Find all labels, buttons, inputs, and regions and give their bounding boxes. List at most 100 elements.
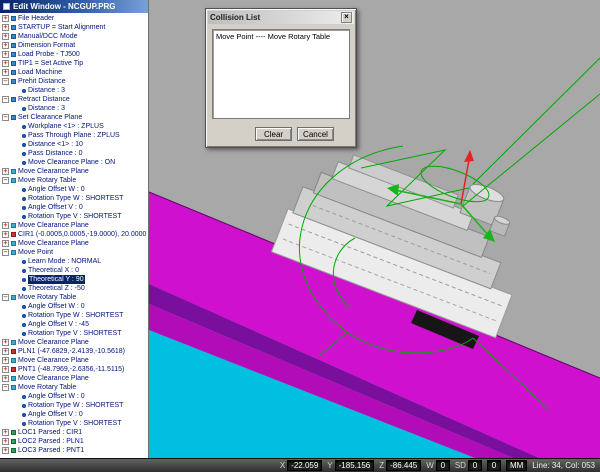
tree-item[interactable]: +Load Probe - TJ500 xyxy=(0,50,148,59)
tree-item[interactable]: Rotation Type W : SHORTEST xyxy=(0,311,148,320)
collision-list-item[interactable]: Move Point ---- Move Rotary Table xyxy=(216,32,346,41)
collision-list[interactable]: Move Point ---- Move Rotary Table xyxy=(212,29,350,119)
dialog-titlebar[interactable]: Collision List × xyxy=(208,11,354,24)
tree-item[interactable]: Workplane <1> : ZPLUS xyxy=(0,122,148,131)
tree-item[interactable]: Distance <1> : 10 xyxy=(0,140,148,149)
coord-z-label: Z xyxy=(379,461,384,470)
expand-icon[interactable]: + xyxy=(2,60,9,67)
dialog-close-button[interactable]: × xyxy=(341,12,352,23)
coord-y-label: Y xyxy=(327,461,332,470)
tree-item[interactable]: +TIP1 = Set Active Tip xyxy=(0,59,148,68)
tree-item[interactable]: +Load Machine xyxy=(0,68,148,77)
tree-item[interactable]: Rotation Type V : SHORTEST xyxy=(0,212,148,221)
tree-item[interactable]: Angle Offset W : 0 xyxy=(0,302,148,311)
tree-item[interactable]: Angle Offset W : 0 xyxy=(0,392,148,401)
collapse-icon[interactable]: − xyxy=(2,114,9,121)
expand-icon[interactable]: + xyxy=(2,348,9,355)
tree-item[interactable]: Distance : 3 xyxy=(0,86,148,95)
edit-window-icon xyxy=(3,3,10,10)
tree-item[interactable]: Learn Mode : NORMAL xyxy=(0,257,148,266)
tree-item[interactable]: +CIR1 (-0.0005,0.0005,-19.0000), 20.0000 xyxy=(0,230,148,239)
tree-item[interactable]: +LOC2 Parsed : PLN1 xyxy=(0,437,148,446)
tree-item[interactable]: −Set Clearance Plane xyxy=(0,113,148,122)
bullet-icon xyxy=(22,332,26,336)
tree-item[interactable]: + Dimension Format xyxy=(0,41,148,50)
expand-icon[interactable]: + xyxy=(2,51,9,58)
tree-item[interactable]: +Move Clearance Plane xyxy=(0,374,148,383)
expand-icon[interactable]: + xyxy=(2,357,9,364)
tree-item[interactable]: Theoretical Z : -50 xyxy=(0,284,148,293)
tree-item-label: File Header xyxy=(18,14,54,23)
tree-item[interactable]: −Move Rotary Table xyxy=(0,293,148,302)
tree-item[interactable]: Rotation Type W : SHORTEST xyxy=(0,194,148,203)
expand-icon[interactable]: + xyxy=(2,231,9,238)
expand-icon[interactable]: + xyxy=(2,339,9,346)
tree-item[interactable]: +LOC1 Parsed : CIR1 xyxy=(0,428,148,437)
collapse-icon[interactable]: − xyxy=(2,384,9,391)
tree-item[interactable]: Rotation Type W : SHORTEST xyxy=(0,401,148,410)
tree-item[interactable]: −Move Rotary Table xyxy=(0,176,148,185)
cancel-button[interactable]: Cancel xyxy=(297,127,334,141)
expand-icon[interactable]: + xyxy=(2,24,9,31)
tree-item[interactable]: +STARTUP = Start Alignment xyxy=(0,23,148,32)
tree-item[interactable]: +LOC3 Parsed : PNT1 xyxy=(0,446,148,455)
edit-window-titlebar[interactable]: Edit Window - NCGUP.PRG xyxy=(0,0,148,13)
tree-spacer xyxy=(13,186,20,193)
tree-item[interactable]: + File Header xyxy=(0,14,148,23)
collapse-icon[interactable]: − xyxy=(2,78,9,85)
tree-item[interactable]: Angle Offset V : -45 xyxy=(0,320,148,329)
tree-item[interactable]: −Move Rotary Table xyxy=(0,383,148,392)
tree-spacer xyxy=(13,123,20,130)
bullet-icon xyxy=(22,278,26,282)
tree-item[interactable]: +Move Clearance Plane xyxy=(0,338,148,347)
collapse-icon[interactable]: − xyxy=(2,96,9,103)
bullet-icon xyxy=(22,215,26,219)
tree-item[interactable]: +Move Clearance Plane xyxy=(0,356,148,365)
tree-item[interactable]: +PLN1 (-47.6829,-2.4139,-10.5618) xyxy=(0,347,148,356)
tree-item[interactable]: Pass Distance : 0 xyxy=(0,149,148,158)
tree-item[interactable]: −Prehit Distance xyxy=(0,77,148,86)
collapse-icon[interactable]: − xyxy=(2,177,9,184)
clear-button[interactable]: Clear xyxy=(255,127,292,141)
expand-icon[interactable]: + xyxy=(2,375,9,382)
tree-item[interactable]: +Move Clearance Plane xyxy=(0,239,148,248)
doc-icon xyxy=(11,16,16,21)
tree-item[interactable]: +Move Clearance Plane xyxy=(0,167,148,176)
tree-item[interactable]: Pass Through Plane : ZPLUS xyxy=(0,131,148,140)
tree-item[interactable]: Rotation Type V : SHORTEST xyxy=(0,329,148,338)
tree-item[interactable]: Theoretical X : 0 xyxy=(0,266,148,275)
tree-item-label: Retract Distance xyxy=(18,95,70,104)
tree-item[interactable]: Angle Offset V : 0 xyxy=(0,410,148,419)
expand-icon[interactable]: + xyxy=(2,222,9,229)
tree-item[interactable]: +Manual/DCC Mode xyxy=(0,32,148,41)
expand-icon[interactable]: + xyxy=(2,447,9,454)
tree-item[interactable]: −Move Point xyxy=(0,248,148,257)
expand-icon[interactable]: + xyxy=(2,42,9,49)
expand-icon[interactable]: + xyxy=(2,240,9,247)
tree-item[interactable]: − Retract Distance xyxy=(0,95,148,104)
tree-spacer xyxy=(13,141,20,148)
tree-item[interactable]: Theoretical Y : 90 xyxy=(0,275,148,284)
expand-icon[interactable]: + xyxy=(2,33,9,40)
expand-icon[interactable]: + xyxy=(2,438,9,445)
tree-spacer xyxy=(13,276,20,283)
expand-icon[interactable]: + xyxy=(2,366,9,373)
tree-item[interactable]: Distance : 3 xyxy=(0,104,148,113)
tree-item-label: Theoretical Y : 90 xyxy=(28,275,85,284)
expand-icon[interactable]: + xyxy=(2,15,9,22)
tree-item[interactable]: Rotation Type V : SHORTEST xyxy=(0,419,148,428)
tree-spacer xyxy=(13,303,20,310)
expand-icon[interactable]: + xyxy=(2,69,9,76)
tree-item[interactable]: Move Clearance Plane : ON xyxy=(0,158,148,167)
expand-icon[interactable]: + xyxy=(2,168,9,175)
expand-icon[interactable]: + xyxy=(2,429,9,436)
tree-item-label: PNT1 (-48.7969,-2.6356,-11.5115) xyxy=(18,365,124,374)
collapse-icon[interactable]: − xyxy=(2,294,9,301)
tree-item[interactable]: + PNT1 (-48.7969,-2.6356,-11.5115) xyxy=(0,365,148,374)
tree-item-label: Dimension Format xyxy=(18,41,75,50)
tree-item[interactable]: +Move Clearance Plane xyxy=(0,221,148,230)
tree-item[interactable]: Angle Offset V : 0 xyxy=(0,203,148,212)
tree-item[interactable]: Angle Offset W : 0 xyxy=(0,185,148,194)
collapse-icon[interactable]: − xyxy=(2,249,9,256)
tree-item-label: Rotation Type W : SHORTEST xyxy=(28,311,123,320)
